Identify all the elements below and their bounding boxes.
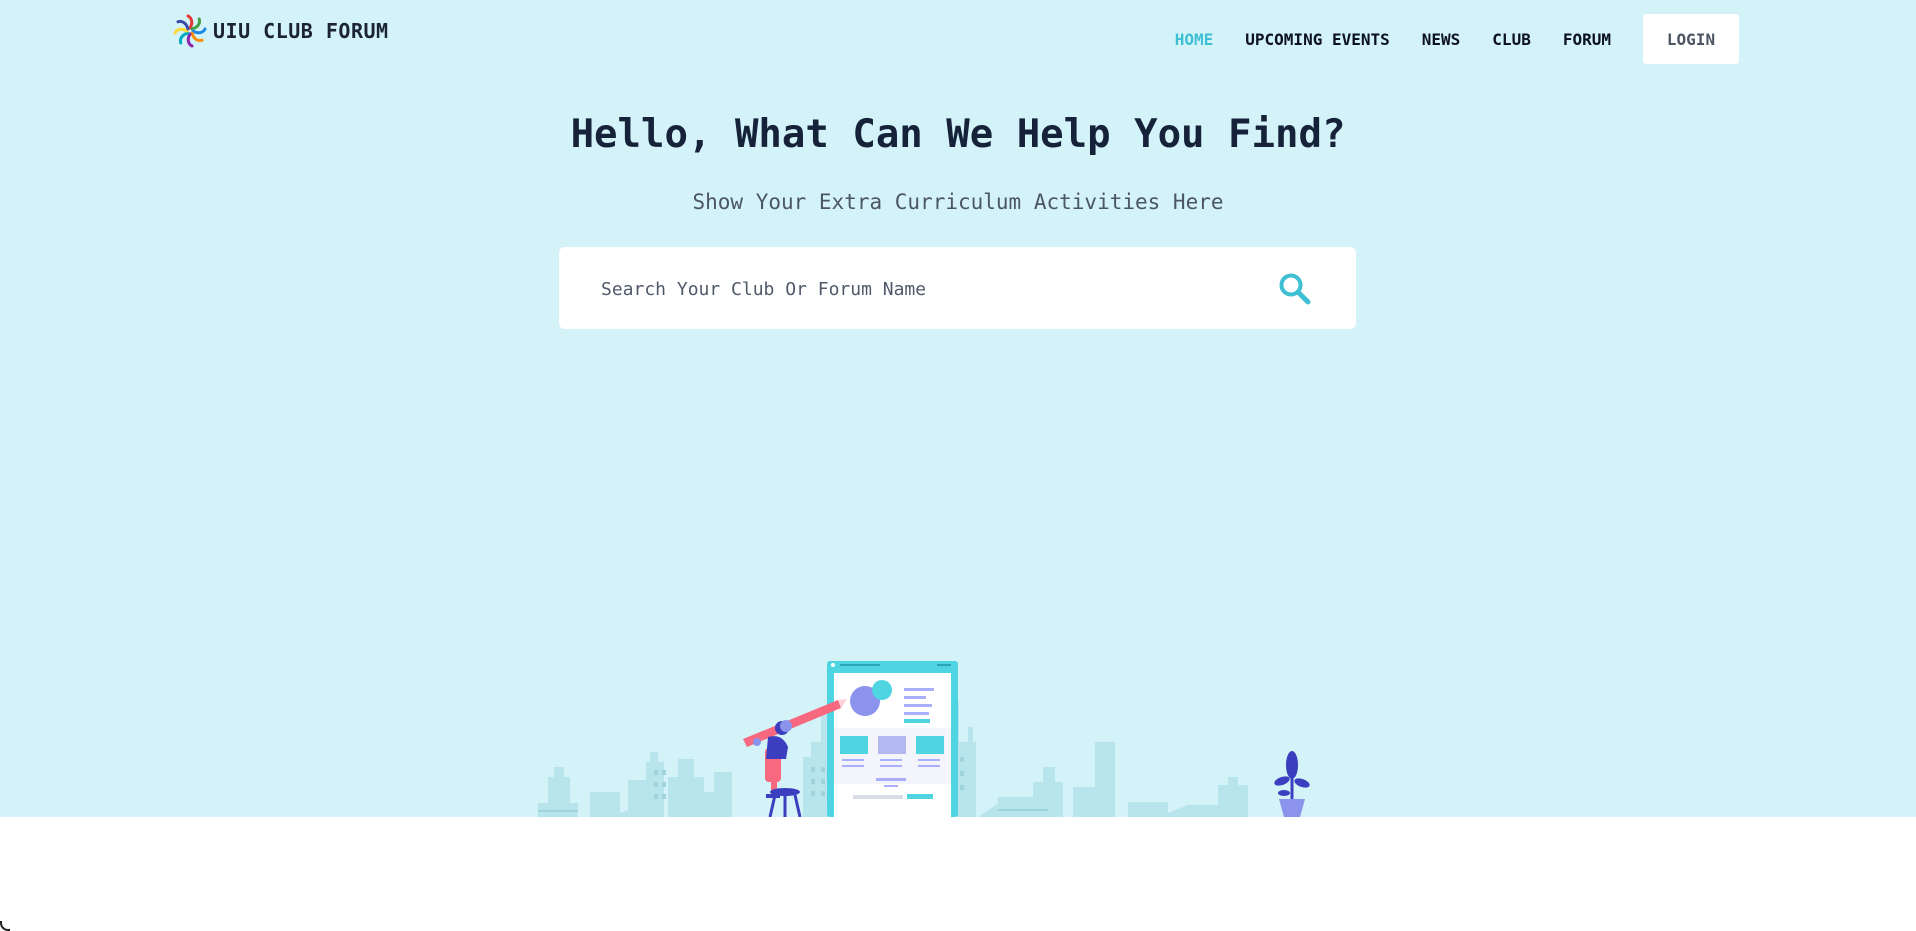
nav-forum[interactable]: FORUM [1563, 30, 1611, 49]
login-button[interactable]: LOGIN [1643, 14, 1739, 64]
search-input[interactable] [599, 247, 1263, 331]
nav-home[interactable]: HOME [1175, 30, 1214, 49]
search-icon[interactable] [1278, 272, 1312, 306]
brand-logo[interactable]: UIU CLUB FORUM [173, 14, 389, 48]
hero-section: UIU CLUB FORUM HOME UPCOMING EVENTS NEWS… [0, 0, 1916, 817]
hero-illustration [538, 661, 1310, 817]
search-bar [559, 247, 1356, 331]
hero-subtitle: Show Your Extra Curriculum Activities He… [692, 190, 1224, 214]
pinwheel-logo-icon [173, 14, 207, 48]
brand-name: UIU CLUB FORUM [213, 19, 389, 43]
hero-title: Hello, What Can We Help You Find? [570, 112, 1346, 157]
nav-club[interactable]: CLUB [1492, 30, 1531, 49]
nav-news[interactable]: NEWS [1422, 30, 1461, 49]
potted-plant [1274, 751, 1310, 817]
webpage-mockup [827, 661, 958, 817]
main-nav: HOME UPCOMING EVENTS NEWS CLUB FORUM LOG… [1143, 14, 1916, 64]
page-corner-mark [0, 921, 10, 931]
nav-upcoming-events[interactable]: UPCOMING EVENTS [1245, 30, 1390, 49]
